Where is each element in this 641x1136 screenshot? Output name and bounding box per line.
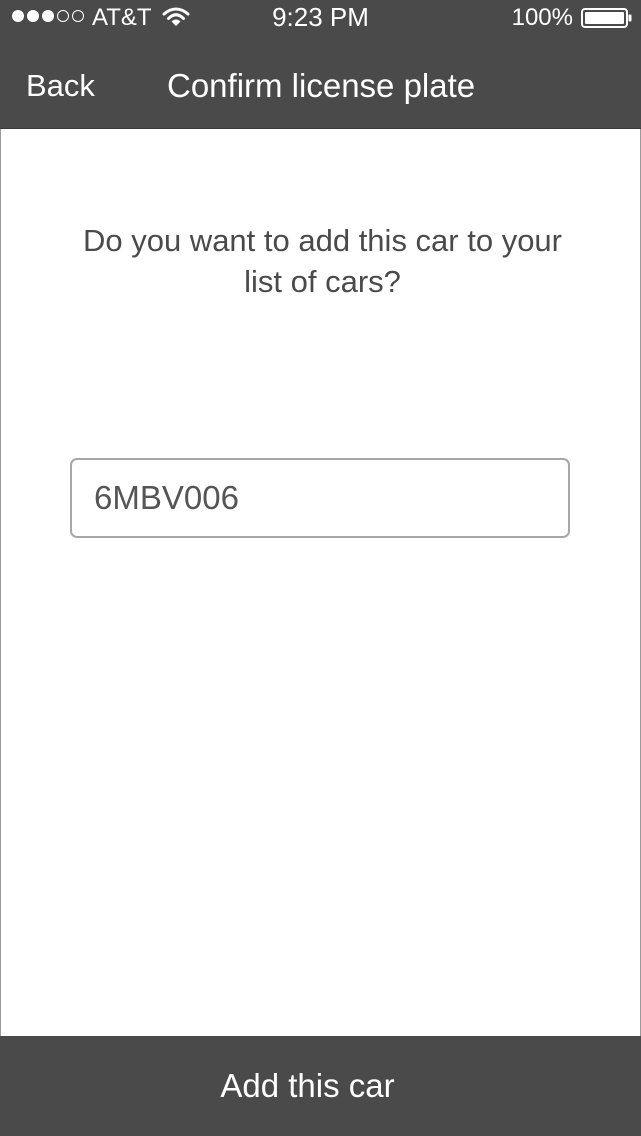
back-button[interactable]: Back — [26, 68, 95, 104]
app-frame — [0, 0, 641, 1136]
add-car-button-label: Add this car — [220, 1067, 395, 1104]
confirm-question-text: Do you want to add this car to your list… — [82, 223, 563, 299]
top-bar: AT&T 9:23 PM 100% Back Confirm license p… — [0, 0, 641, 129]
page-title: Confirm license plate — [167, 67, 476, 104]
add-car-button[interactable]: Add this car — [0, 1036, 641, 1136]
battery-percentage: 100% — [511, 4, 573, 31]
license-plate-input[interactable] — [70, 458, 570, 538]
battery-full-icon — [581, 8, 632, 28]
status-bar: AT&T 9:23 PM 100% — [0, 0, 641, 36]
navigation-bar: Back Confirm license plate — [0, 36, 641, 128]
